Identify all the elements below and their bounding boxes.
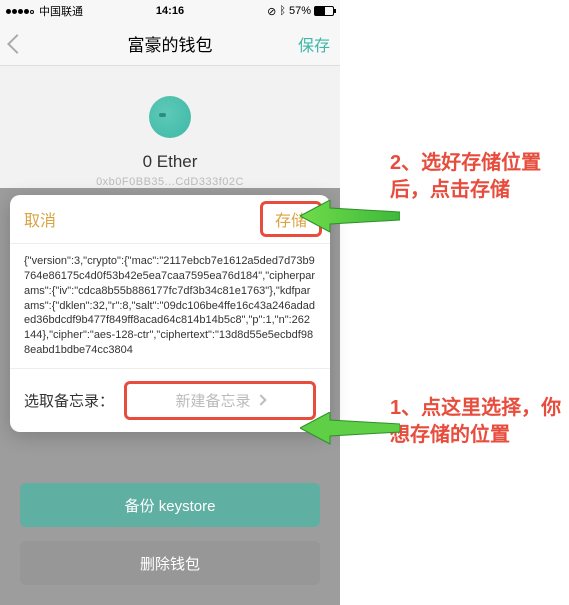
bluetooth-icon: ᛒ [279,5,286,17]
signal-icon [6,5,35,17]
nav-bar: 富豪的钱包 保存 [0,22,340,66]
clock: 14:16 [156,5,184,17]
wallet-avatar-icon [149,96,191,138]
cancel-button[interactable]: 取消 [24,207,56,231]
balance-label: 0 Ether [0,152,340,172]
new-memo-label: 新建备忘录 [176,390,251,411]
share-sheet: 取消 存储 {"version":3,"crypto":{"mac":"2117… [10,195,330,432]
address-label: 0xb0F0BB35...CdD333f02C [0,176,340,188]
alarm-icon: ⊘ [267,5,276,18]
store-button[interactable]: 存储 [275,207,307,231]
new-memo-button[interactable]: 新建备忘录 [124,381,316,420]
back-icon[interactable] [7,34,27,54]
status-bar: 中国联通 14:16 ⊘ ᛒ 57% [0,0,340,22]
carrier-label: 中国联通 [39,3,83,19]
delete-wallet-button[interactable]: 删除钱包 [20,541,320,585]
battery-icon [314,6,334,16]
backup-button[interactable]: 备份 keystore [20,483,320,527]
save-link[interactable]: 保存 [298,32,330,56]
keystore-text: {"version":3,"crypto":{"mac":"2117ebcb7e… [10,244,330,368]
annotation-1: 1、点这里选择，你想存储的位置 [390,395,569,449]
page-title: 富豪的钱包 [128,31,213,56]
annotation-2: 2、选好存储位置后，点击存储 [390,150,569,204]
chevron-right-icon [255,395,266,406]
select-memo-label: 选取备忘录： [24,390,114,411]
wallet-summary: 0 Ether 0xb0F0BB35...CdD333f02C [0,66,340,188]
store-highlight-box: 存储 [260,201,322,237]
battery-pct: 57% [289,5,311,17]
